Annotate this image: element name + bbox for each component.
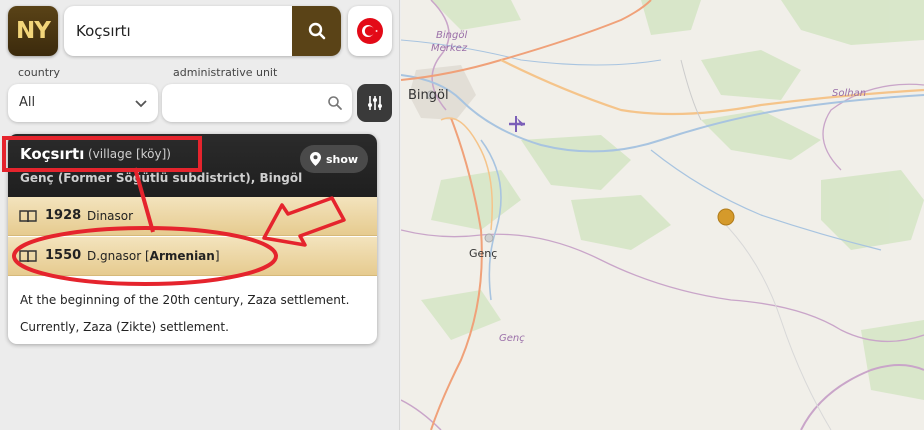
admin-unit-input[interactable] (162, 84, 322, 122)
result-card: Koçsırtı (village [köy]) Genç (Former Sö… (8, 134, 377, 344)
country-label: country (18, 66, 61, 79)
historical-name-text: D.gnasor (87, 249, 142, 263)
search-button[interactable] (292, 6, 341, 56)
turkey-flag-icon (357, 18, 383, 44)
historical-name-row: 1928 Dinasor (8, 197, 377, 236)
country-select-value: All (19, 95, 36, 110)
result-card-header: Koçsırtı (village [köy]) Genç (Former Sö… (8, 134, 377, 197)
map-label-district: Merkez (431, 43, 468, 54)
place-region: Genç (Former Söğütlü subdistrict), Bingö… (20, 171, 303, 185)
country-select[interactable]: All (8, 84, 158, 122)
map-label-district: Genç (499, 333, 525, 344)
sliders-icon (367, 96, 382, 110)
search-icon[interactable] (327, 95, 343, 111)
map-label-city: Bingöl (408, 88, 449, 103)
historical-name-year: 1928 (45, 208, 82, 223)
historical-name: D.gnasor [Armenian] (87, 249, 220, 263)
search-box (64, 6, 341, 56)
map-canvas[interactable] (401, 0, 924, 430)
app-logo[interactable]: NY (8, 6, 58, 56)
map-pin-icon (309, 152, 321, 166)
place-type: (village [köy]) (88, 147, 171, 161)
settlement-note: At the beginning of the 20th century, Za… (20, 293, 350, 307)
historical-name-row: 1550 D.gnasor [Armenian] (8, 237, 377, 276)
book-icon (19, 250, 37, 263)
historical-name-year: 1550 (45, 248, 82, 263)
village-marker[interactable] (717, 208, 735, 226)
show-on-map-button[interactable]: show (300, 145, 368, 173)
admin-unit-field (162, 84, 352, 122)
sidebar-panel: NY country administrative unit All (0, 0, 400, 430)
map-view[interactable]: Bingöl Merkez Bingöl Solhan Genç Genç (401, 0, 924, 430)
airport-icon (509, 116, 525, 132)
search-icon (308, 22, 325, 40)
admin-unit-label: administrative unit (173, 66, 278, 79)
search-input[interactable] (64, 6, 292, 56)
place-name: Koçsırtı (20, 145, 85, 163)
map-label-town: Genç (469, 247, 498, 260)
historical-name-language: Armenian (149, 249, 215, 263)
chevron-down-icon (135, 100, 147, 108)
settlement-note: Currently, Zaza (Zikte) settlement. (20, 320, 229, 334)
map-label-district: Solhan (832, 88, 867, 99)
show-button-label: show (325, 152, 359, 166)
book-icon (19, 210, 37, 223)
map-label-district: Bingöl (436, 30, 468, 41)
filter-settings-button[interactable] (357, 84, 392, 122)
historical-name: Dinasor (87, 209, 134, 223)
country-flag-button[interactable] (348, 6, 392, 56)
